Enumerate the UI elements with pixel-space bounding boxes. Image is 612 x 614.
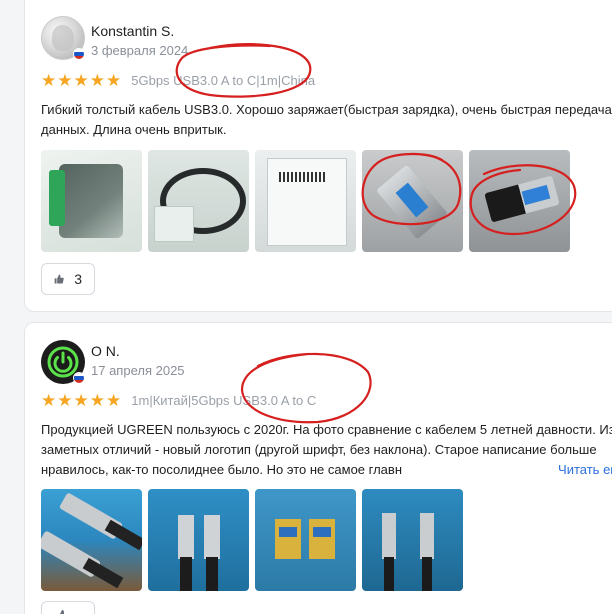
like-button[interactable] xyxy=(41,601,95,614)
star-icon: ★ xyxy=(106,70,122,90)
rating-meta-row: ★ ★ ★ ★ ★ 1m | Китай | 5Gbps USB3.0 A to… xyxy=(41,390,316,410)
star-icon: ★ xyxy=(41,390,57,410)
review-card: O N. 17 апреля 2025 ⋮ ★ ★ ★ ★ ★ 1m | Кит… xyxy=(24,322,612,614)
star-icon: ★ xyxy=(106,390,122,410)
like-count: 3 xyxy=(74,271,82,287)
russia-flag-icon xyxy=(73,48,85,60)
review-author[interactable]: O N. xyxy=(91,343,120,359)
photo-gallery xyxy=(41,150,570,252)
length-option: 1m xyxy=(259,72,278,88)
review-date: 17 апреля 2025 xyxy=(91,363,185,378)
variant-option: 5Gbps USB3.0 A to C xyxy=(191,392,317,408)
review-photo[interactable] xyxy=(469,150,570,252)
photo-gallery xyxy=(41,489,463,591)
review-photo[interactable] xyxy=(362,150,463,252)
thumbs-up-icon xyxy=(54,274,64,284)
like-button[interactable]: 3 xyxy=(41,263,95,295)
review-text: Продукцией UGREEN пользуюсь с 2020г. На … xyxy=(41,420,612,480)
review-photo[interactable] xyxy=(148,150,249,252)
star-rating: ★ ★ ★ ★ ★ xyxy=(41,392,121,409)
variant-option: 5Gbps USB3.0 A to C xyxy=(131,72,257,88)
star-icon: ★ xyxy=(41,70,57,90)
star-icon: ★ xyxy=(57,390,73,410)
review-photo[interactable] xyxy=(255,489,356,591)
russia-flag-icon xyxy=(73,372,85,384)
review-text: Гибкий толстый кабель USB3.0. Хорошо зар… xyxy=(41,102,612,137)
more-icon[interactable]: ⋮ xyxy=(607,341,612,361)
review-text-body: Продукцией UGREEN пользуюсь с 2020г. На … xyxy=(41,422,612,477)
review-card: Konstantin S. 3 февраля 2024 ⋮ ★ ★ ★ ★ ★… xyxy=(24,0,612,312)
review-photo[interactable] xyxy=(255,150,356,252)
review-photo[interactable] xyxy=(41,489,142,591)
more-icon[interactable]: ⋮ xyxy=(607,18,612,38)
length-option: 1m xyxy=(131,392,150,408)
star-icon: ★ xyxy=(89,70,105,90)
star-icon: ★ xyxy=(73,390,89,410)
review-photo[interactable] xyxy=(41,150,142,252)
star-rating: ★ ★ ★ ★ ★ xyxy=(41,72,121,89)
thumbs-up-icon xyxy=(60,610,64,614)
origin-option: China xyxy=(281,72,316,88)
star-icon: ★ xyxy=(73,70,89,90)
review-photo[interactable] xyxy=(362,489,463,591)
review-author[interactable]: Konstantin S. xyxy=(91,23,174,39)
review-date: 3 февраля 2024 xyxy=(91,43,189,58)
star-icon: ★ xyxy=(57,70,73,90)
rating-meta-row: ★ ★ ★ ★ ★ 5Gbps USB3.0 A to C | 1m | Chi… xyxy=(41,70,315,90)
review-photo[interactable] xyxy=(148,489,249,591)
origin-option: Китай xyxy=(152,392,188,408)
star-icon: ★ xyxy=(89,390,105,410)
read-more-link[interactable]: Читать ещ xyxy=(554,460,612,480)
